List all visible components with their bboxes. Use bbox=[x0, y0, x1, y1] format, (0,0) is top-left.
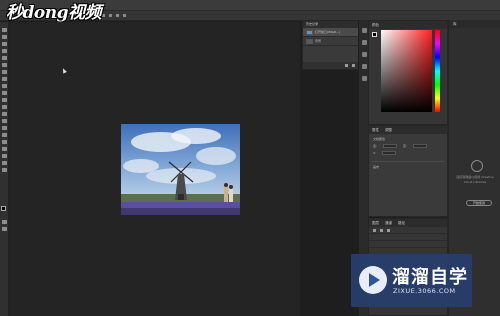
character-icon[interactable] bbox=[362, 64, 367, 69]
layers-tabs: 图层 通道 路径 bbox=[369, 219, 447, 227]
history-row-label: 背景 bbox=[315, 39, 322, 43]
color-panel: 颜色 bbox=[368, 20, 448, 125]
foreground-color-swatch[interactable] bbox=[1, 206, 6, 211]
play-logo-icon bbox=[359, 266, 387, 294]
shape-tool-icon[interactable] bbox=[2, 147, 7, 151]
history-row[interactable]: 打开窗口(IMG8...) bbox=[303, 28, 365, 37]
width-field[interactable] bbox=[383, 144, 398, 148]
properties-tabs: 属性 调整 bbox=[369, 126, 447, 134]
blend-mode-row[interactable] bbox=[369, 234, 447, 241]
screen-mode-icon[interactable] bbox=[2, 227, 7, 231]
brand-watermark: 溜溜自学 ZIXUE.3066.COM bbox=[351, 254, 472, 307]
height-label: 高: bbox=[403, 144, 408, 148]
property-row: 画布 bbox=[369, 165, 447, 169]
windmill-photo bbox=[121, 124, 240, 215]
lock-row[interactable] bbox=[369, 241, 447, 248]
height-field[interactable] bbox=[413, 144, 428, 148]
3d-mode-icon[interactable] bbox=[123, 14, 127, 17]
type-tool-icon[interactable] bbox=[2, 133, 7, 137]
clone-stamp-tool-icon[interactable] bbox=[2, 84, 7, 88]
document-image[interactable] bbox=[121, 124, 240, 215]
tab-adjustments[interactable]: 调整 bbox=[385, 126, 392, 134]
filter-icon[interactable] bbox=[373, 228, 376, 232]
layer-thumbnail bbox=[306, 38, 313, 44]
history-footer bbox=[303, 62, 365, 69]
history-icon[interactable] bbox=[362, 28, 367, 33]
tab-channels[interactable]: 通道 bbox=[385, 219, 392, 227]
properties-title: 文档属性 bbox=[369, 137, 447, 141]
creative-cloud-icon bbox=[471, 160, 483, 172]
properties-panel: 属性 调整 文档属性 宽: 高: X: 画布 bbox=[368, 125, 448, 217]
tool-bar bbox=[0, 22, 9, 316]
foreground-color-swatch[interactable] bbox=[372, 32, 377, 37]
layer-filter-row[interactable] bbox=[369, 227, 447, 234]
property-row: 宽: 高: bbox=[369, 144, 447, 148]
crop-tool-icon[interactable] bbox=[2, 56, 7, 60]
zoom-tool-icon[interactable] bbox=[2, 161, 7, 165]
history-row-label: 打开窗口(IMG8...) bbox=[315, 30, 340, 34]
color-picker-field[interactable] bbox=[381, 30, 432, 112]
dodge-tool-icon[interactable] bbox=[2, 119, 7, 123]
history-tab[interactable]: 历史记录 bbox=[303, 21, 365, 28]
x-field[interactable] bbox=[382, 151, 397, 155]
tab-properties[interactable]: 属性 bbox=[372, 126, 379, 134]
canvas-label: 画布 bbox=[373, 165, 380, 169]
property-row: X: bbox=[369, 151, 447, 155]
snapshot-icon[interactable] bbox=[345, 64, 348, 67]
camera-icon[interactable] bbox=[352, 64, 355, 67]
properties-icon[interactable] bbox=[362, 40, 367, 45]
align-icon[interactable] bbox=[102, 14, 106, 17]
brush-tool-icon[interactable] bbox=[2, 77, 7, 81]
paragraph-icon[interactable] bbox=[362, 76, 367, 81]
eyedropper-tool-icon[interactable] bbox=[2, 63, 7, 67]
history-row[interactable]: 背景 bbox=[303, 37, 365, 46]
history-brush-tool-icon[interactable] bbox=[2, 91, 7, 95]
layer-thumbnail bbox=[306, 29, 313, 35]
quick-select-tool-icon[interactable] bbox=[2, 49, 7, 53]
properties-divider bbox=[372, 161, 444, 162]
gradient-tool-icon[interactable] bbox=[2, 105, 7, 109]
libraries-tab[interactable]: 库 bbox=[449, 20, 500, 28]
brand-url: ZIXUE.3066.COM bbox=[393, 287, 456, 295]
filter-icon[interactable] bbox=[387, 228, 390, 232]
path-select-tool-icon[interactable] bbox=[2, 140, 7, 144]
quick-mask-icon[interactable] bbox=[2, 220, 7, 224]
tab-layers[interactable]: 图层 bbox=[372, 219, 379, 227]
brand-title: 溜溜自学 bbox=[392, 267, 468, 288]
blur-tool-icon[interactable] bbox=[2, 112, 7, 116]
move-tool-icon[interactable] bbox=[2, 28, 7, 32]
libraries-message: 连接到网络以使用 Creative Cloud Libraries bbox=[456, 175, 494, 184]
hue-slider[interactable] bbox=[435, 30, 440, 112]
healing-brush-tool-icon[interactable] bbox=[2, 70, 7, 74]
hand-tool-icon[interactable] bbox=[2, 154, 7, 158]
tab-paths[interactable]: 路径 bbox=[398, 219, 405, 227]
distribute-icon[interactable] bbox=[116, 14, 120, 17]
history-panel: 历史记录 打开窗口(IMG8...) 背景 bbox=[302, 20, 366, 70]
filter-icon[interactable] bbox=[380, 228, 383, 232]
brush-settings-icon[interactable] bbox=[362, 52, 367, 57]
width-label: 宽: bbox=[373, 144, 378, 148]
pen-tool-icon[interactable] bbox=[2, 126, 7, 130]
properties-title-text: 文档属性 bbox=[373, 137, 386, 141]
eraser-tool-icon[interactable] bbox=[2, 98, 7, 102]
get-started-button[interactable]: 开始使用 bbox=[466, 200, 492, 206]
lasso-tool-icon[interactable] bbox=[2, 42, 7, 46]
marquee-tool-icon[interactable] bbox=[2, 35, 7, 39]
x-label: X: bbox=[373, 151, 377, 155]
color-tab[interactable]: 颜色 bbox=[369, 21, 447, 29]
more-tools-icon[interactable] bbox=[2, 168, 7, 172]
distribute-icon[interactable] bbox=[109, 14, 113, 17]
